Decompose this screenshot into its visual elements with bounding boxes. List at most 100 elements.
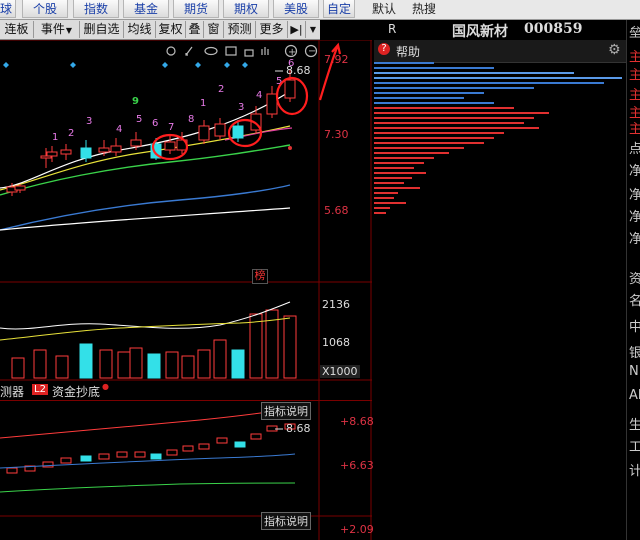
hand-icon[interactable] [261,47,269,55]
depth-bar [374,152,449,154]
depth-bar [374,202,406,204]
signal-diamond [3,62,9,68]
tab-us-stocks[interactable]: 美股 [273,0,319,18]
ma-long-line [0,207,291,231]
volume-bar [165,351,179,379]
tab-global[interactable]: 球 [0,0,16,18]
collapse-panel-icon[interactable]: ▶| [288,21,306,38]
remove-watchlist-button[interactable]: 删自选 [80,21,124,38]
lower-axis-2: +6.63 [340,459,374,472]
depth-bar [374,92,484,94]
depth-bar [374,207,390,209]
far-column-label: 净 [629,188,640,203]
volume-bar [99,349,113,379]
far-column-label: 名 [629,294,640,309]
lower-candle [6,467,18,474]
lianban-button[interactable]: 连板 [0,21,34,38]
indicator-explain-button[interactable]: 指标说明 [261,402,311,420]
day-count-label: 3 [86,116,92,127]
depth-bar [374,72,574,74]
tab-fund[interactable]: 基金 [123,0,169,18]
tab-stock[interactable]: 个股 [22,0,68,18]
depth-bar [374,182,404,184]
more-button[interactable]: 更多 [256,21,288,38]
depth-bar [374,112,549,114]
lower-candle [80,455,92,462]
far-column-label: 主 [629,50,640,65]
day-count-label: 1 [52,132,58,143]
chart-toolbar: 连板 事件▼ 删自选 均线 复权 叠 窗 预测 更多 ▶| ▼ [0,20,320,40]
lower-candle [150,453,162,460]
volume-bar [249,313,263,379]
depth-bar [374,102,494,104]
depth-bar [374,97,464,99]
depth-bar [374,167,414,169]
lower-candle [98,453,110,460]
eye-icon[interactable] [204,46,218,56]
lower-candle [60,457,72,464]
far-column-label: 工 [629,440,640,455]
far-column-label: 点 [629,142,640,157]
axis-vol-unit: X1000 [320,365,360,378]
indicator-tab-2[interactable]: 资金抄底 [52,383,100,400]
far-column-label: 计 [629,464,640,479]
tab-custom[interactable]: 自定 [323,0,355,18]
depth-bar [374,157,434,159]
depth-bar [374,87,534,89]
axis-price-mid: 7.30 [324,128,349,141]
header-r-label: R [388,22,397,36]
far-column-label: 主 [629,88,640,103]
gear-icon[interactable] [166,46,176,56]
lower-candle [198,443,210,450]
depth-histogram [374,62,622,214]
vol-ma-yellow [0,317,291,341]
day-count-label: 2 [218,84,224,95]
depth-bar [374,82,604,84]
volume-bar [79,343,93,379]
tab-futures[interactable]: 期货 [173,0,219,18]
bang-label[interactable]: 榜 [252,269,268,284]
volume-bar [283,315,297,379]
gear-icon[interactable]: ⚙ [608,42,621,58]
adjust-price-button[interactable]: 复权 [156,21,186,38]
lower-candle [250,433,262,440]
window-button[interactable]: 窗 [204,21,224,38]
day-count-label: 5 [136,114,142,125]
tab-hot-search[interactable]: 热搜 [408,0,440,18]
lock-icon[interactable] [244,49,254,57]
price-dot [288,146,292,150]
lower-green-line [0,482,296,493]
axis-price-top: 7.92 [324,53,349,66]
chevron-down-icon[interactable]: ▼ [306,21,320,38]
candle-body [130,139,142,147]
indicator-tab-row: 测器 L2 资金抄底 ● [0,382,372,401]
help-label[interactable]: 帮助 [396,43,420,60]
far-right-column: 垒主主主主主点净净净净资名中银 N Al 生工计 [626,20,640,540]
event-dropdown[interactable]: 事件▼ [34,21,80,38]
day-count-label: 9 [132,96,139,107]
tab-options[interactable]: 期权 [223,0,269,18]
depth-bar [374,172,426,174]
day-count-label: 8 [188,114,194,125]
kline-chart[interactable]: + − 123456789123456 8.68 7.92 7.30 5.68 … [0,40,374,540]
far-column-label: 主 [629,122,640,137]
axis-vol-top: 2136 [322,298,350,311]
depth-bar [374,212,386,214]
indicator-explain-button-2[interactable]: 指标说明 [261,512,311,530]
tab-default[interactable]: 默认 [368,0,400,18]
tab-index[interactable]: 指数 [73,0,119,18]
lower-candle [216,437,228,444]
moving-average-button[interactable]: 均线 [124,21,156,38]
far-column-label: 净 [629,232,640,247]
forecast-button[interactable]: 预测 [224,21,256,38]
indicator-tab-1[interactable]: 测器 [0,383,24,400]
camera-icon[interactable] [225,46,237,56]
pen-icon[interactable] [185,46,193,56]
day-count-label: 7 [168,122,174,133]
overlay-button[interactable]: 叠 [186,21,204,38]
candle-body [98,147,110,153]
help-icon[interactable]: ? [378,43,390,55]
signal-diamond [70,62,76,68]
candle-body [198,125,210,141]
far-column-label: 垒 [629,26,640,41]
